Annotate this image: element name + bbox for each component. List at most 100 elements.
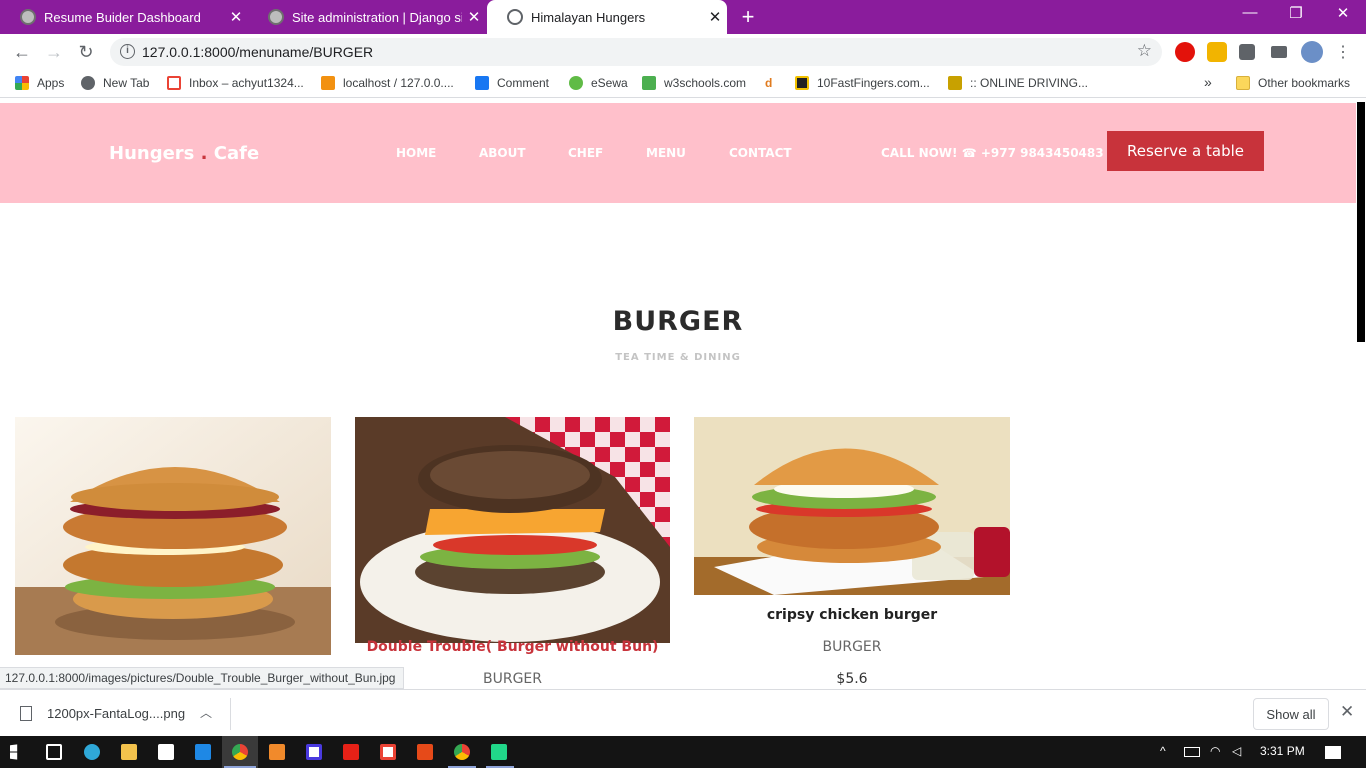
nav-chef[interactable]: CHEF [568,146,603,160]
browser-menu-icon[interactable]: ⋮ [1335,42,1351,62]
menu-category-title: BURGER [612,306,744,337]
profile-avatar[interactable] [1301,41,1323,63]
close-downloads-icon[interactable]: ✕ [1340,702,1354,722]
bookmarks-bar: Apps New Tab Inbox – achyut1324... local… [0,70,1366,98]
bookmark-label: localhost / 127.0.0.... [343,76,454,90]
w3schools-icon [642,76,656,90]
globe-icon [81,76,95,90]
bookmark-item[interactable]: localhost / 127.0.0.... [321,76,454,90]
file-explorer-icon[interactable] [121,744,137,760]
chevron-up-icon[interactable]: ︿ [200,704,212,721]
chevron-up-icon[interactable]: ^ [1160,744,1166,758]
bookmark-label: 10FastFingers.com... [817,76,930,90]
file-icon [20,706,32,721]
close-tab-icon[interactable]: ✕ [224,8,248,26]
store-icon[interactable] [158,744,174,760]
site-info-icon[interactable]: i [120,44,135,59]
bookmark-item[interactable]: New Tab [81,76,149,90]
youtube-icon[interactable] [343,744,359,760]
menu-category-subtitle: TEA TIME & DINING [615,352,741,363]
task-view-icon[interactable] [46,744,62,760]
c-app-icon[interactable] [306,744,322,760]
notifications-icon[interactable] [1325,746,1341,759]
xampp-icon[interactable] [269,744,285,760]
gmail-icon [167,76,181,90]
page-scrollbar[interactable] [1356,98,1366,690]
menu-item-price: $5.6 [836,671,868,687]
bookmark-item[interactable]: Apps [15,76,64,90]
edge-icon[interactable] [84,744,100,760]
office-icon[interactable] [417,744,433,760]
back-icon[interactable]: ← [10,40,34,64]
crispy-chicken-burger-picture [694,417,1010,595]
bookmark-item[interactable]: Comment [475,76,549,90]
bookmark-item[interactable]: Inbox – achyut1324... [167,76,304,90]
url-text[interactable]: 127.0.0.1:8000/menuname/BURGER [142,44,373,60]
download-item[interactable]: 1200px-FantaLog....png [20,706,185,721]
globe-icon [268,9,284,25]
battery-icon[interactable] [1184,747,1200,757]
show-all-downloads-button[interactable]: Show all [1253,698,1329,730]
browser-tab[interactable]: Site administration | Django site admin … [248,0,486,34]
lock-extension-icon[interactable] [1207,42,1227,62]
nav-menu[interactable]: MENU [646,146,686,160]
crispy-zinger-burger-picture [15,417,331,655]
wifi-icon[interactable]: ◠ [1210,744,1220,758]
call-now-phone[interactable]: CALL NOW! ☎ +977 9843450483 [881,146,1104,160]
globe-icon [507,9,523,25]
volume-icon[interactable]: ◁ [1232,744,1241,758]
browser-tab[interactable]: Resume Buider Dashboard ✕ [0,0,248,34]
browser-tab-active[interactable]: Himalayan Hungers ✕ [487,0,727,34]
minimize-icon[interactable]: — [1227,4,1273,21]
other-bookmarks[interactable]: Other bookmarks [1236,76,1350,90]
extensions-puzzle-icon[interactable] [1239,44,1255,60]
new-tab-button[interactable]: + [736,4,760,30]
bookmark-item[interactable]: d [765,76,772,90]
media-control-icon[interactable] [1271,46,1287,58]
chrome-icon[interactable] [232,744,248,760]
menu-item-image[interactable] [694,417,1010,595]
site-logo[interactable]: Hungers . Cafe [109,143,259,164]
bookmark-item[interactable]: :: ONLINE DRIVING... [948,76,1088,90]
bookmark-star-icon[interactable]: ☆ [1137,41,1152,61]
bookmark-label: Apps [37,76,65,90]
forward-icon[interactable]: → [42,40,66,64]
pycharm-icon[interactable] [491,744,507,760]
downloads-bar: 1200px-FantaLog....png ︿ Show all ✕ [0,689,1366,736]
bookmark-label: :: ONLINE DRIVING... [970,76,1089,90]
bookmark-item[interactable]: w3schools.com [642,76,746,90]
esewa-icon [569,76,583,90]
bookmark-label: w3schools.com [664,76,747,90]
mail-icon[interactable] [195,744,211,760]
bookmark-label: eSewa [591,76,628,90]
globe-icon [20,9,36,25]
gmail-icon[interactable] [380,744,396,760]
bookmarks-overflow-button[interactable]: » [1204,74,1212,90]
close-tab-icon[interactable]: ✕ [703,8,727,26]
status-link-url: 127.0.0.1:8000/images/pictures/Double_Tr… [0,667,405,689]
windows-taskbar: ^ ◠ ◁ 3:31 PM [0,736,1366,768]
reserve-table-button[interactable]: Reserve a table [1107,131,1264,171]
menu-item-image[interactable] [355,417,670,643]
brand-dot: . [194,143,214,164]
menu-item-name[interactable]: cripsy chicken burger [694,607,1010,623]
nav-home[interactable]: HOME [396,146,436,160]
nav-contact[interactable]: CONTACT [729,146,792,160]
address-bar[interactable]: i 127.0.0.1:8000/menuname/BURGER ☆ [110,38,1162,66]
adblock-extension-icon[interactable] [1175,42,1195,62]
bookmark-item[interactable]: 10FastFingers.com... [795,76,930,90]
scrollbar-thumb[interactable] [1357,102,1365,342]
menu-item-image[interactable] [15,417,331,655]
close-window-icon[interactable]: ✕ [1320,4,1366,22]
chrome-icon[interactable] [454,744,470,760]
restore-icon[interactable]: ❐ [1273,4,1319,22]
clock-time[interactable]: 3:31 PM [1260,744,1305,758]
menu-item-name[interactable]: Double Trouble( Burger without Bun) [355,639,670,655]
nav-about[interactable]: ABOUT [479,146,526,160]
reload-icon[interactable]: ↻ [74,40,98,64]
windows-start-icon[interactable] [10,744,18,760]
bookmark-item[interactable]: eSewa [569,76,628,90]
driving-icon [948,76,962,90]
close-tab-icon[interactable]: ✕ [462,8,486,26]
facebook-icon [475,76,489,90]
